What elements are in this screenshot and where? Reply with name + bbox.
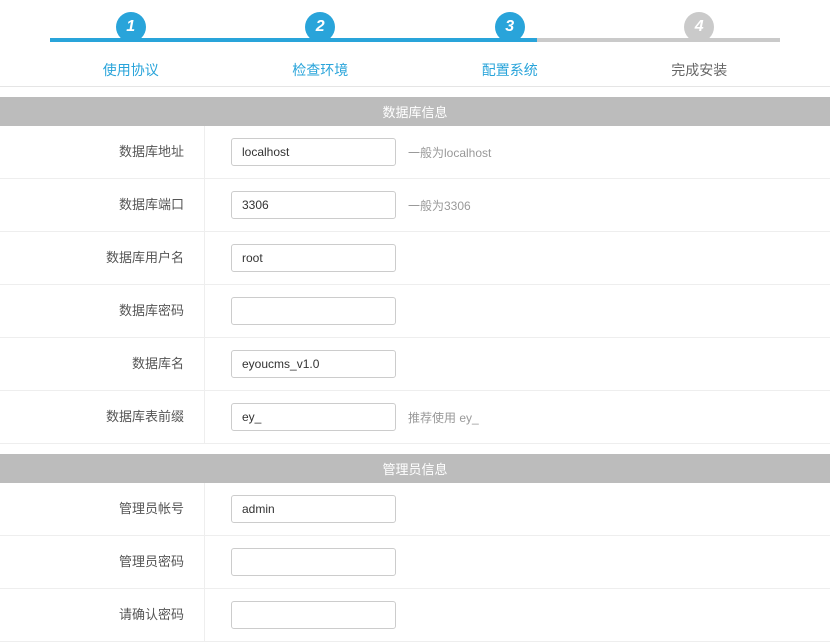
input-db-pass[interactable] — [231, 297, 396, 325]
control-admin-account — [205, 495, 830, 523]
input-db-user[interactable] — [231, 244, 396, 272]
install-wizard: 1 使用协议 2 检查环境 3 配置系统 4 完成安装 数据库信息 数据库地址 … — [0, 0, 830, 642]
input-admin-confirm[interactable] — [231, 601, 396, 629]
step-environment: 2 检查环境 — [226, 12, 416, 80]
input-db-host[interactable] — [231, 138, 396, 166]
input-admin-pass[interactable] — [231, 548, 396, 576]
step-label-1: 使用协议 — [36, 60, 226, 80]
admin-section-header: 管理员信息 — [0, 454, 830, 483]
label-admin-confirm: 请确认密码 — [0, 589, 205, 641]
row-db-name: 数据库名 — [0, 338, 830, 391]
row-db-host: 数据库地址 一般为localhost — [0, 126, 830, 179]
control-admin-confirm — [205, 601, 830, 629]
control-db-pass — [205, 297, 830, 325]
row-db-pass: 数据库密码 — [0, 285, 830, 338]
step-circle-2: 2 — [305, 12, 335, 42]
label-db-pass: 数据库密码 — [0, 285, 205, 337]
hint-db-prefix: 推荐使用 ey_ — [408, 409, 479, 426]
steps-wrapper: 1 使用协议 2 检查环境 3 配置系统 4 完成安装 — [0, 12, 830, 87]
label-admin-account: 管理员帐号 — [0, 483, 205, 535]
control-admin-pass — [205, 548, 830, 576]
steps-row: 1 使用协议 2 检查环境 3 配置系统 4 完成安装 — [0, 12, 830, 80]
step-label-4: 完成安装 — [605, 60, 795, 80]
input-db-prefix[interactable] — [231, 403, 396, 431]
step-label-2: 检查环境 — [226, 60, 416, 80]
label-db-host: 数据库地址 — [0, 126, 205, 178]
label-db-name: 数据库名 — [0, 338, 205, 390]
control-db-host: 一般为localhost — [205, 138, 830, 166]
control-db-port: 一般为3306 — [205, 191, 830, 219]
step-finish: 4 完成安装 — [605, 12, 795, 80]
hint-db-port: 一般为3306 — [408, 197, 471, 214]
row-db-port: 数据库端口 一般为3306 — [0, 179, 830, 232]
control-db-user — [205, 244, 830, 272]
control-db-name — [205, 350, 830, 378]
label-admin-pass: 管理员密码 — [0, 536, 205, 588]
hint-db-host: 一般为localhost — [408, 144, 491, 161]
step-configure: 3 配置系统 — [415, 12, 605, 80]
step-label-3: 配置系统 — [415, 60, 605, 80]
label-db-prefix: 数据库表前缀 — [0, 391, 205, 443]
input-db-port[interactable] — [231, 191, 396, 219]
control-db-prefix: 推荐使用 ey_ — [205, 403, 830, 431]
db-section-header: 数据库信息 — [0, 97, 830, 126]
step-circle-1: 1 — [116, 12, 146, 42]
label-db-port: 数据库端口 — [0, 179, 205, 231]
row-db-user: 数据库用户名 — [0, 232, 830, 285]
row-admin-confirm: 请确认密码 — [0, 589, 830, 642]
row-admin-account: 管理员帐号 — [0, 483, 830, 536]
step-circle-3: 3 — [495, 12, 525, 42]
input-db-name[interactable] — [231, 350, 396, 378]
step-agreement: 1 使用协议 — [36, 12, 226, 80]
label-db-user: 数据库用户名 — [0, 232, 205, 284]
row-admin-pass: 管理员密码 — [0, 536, 830, 589]
step-circle-4: 4 — [684, 12, 714, 42]
row-db-prefix: 数据库表前缀 推荐使用 ey_ — [0, 391, 830, 444]
input-admin-account[interactable] — [231, 495, 396, 523]
